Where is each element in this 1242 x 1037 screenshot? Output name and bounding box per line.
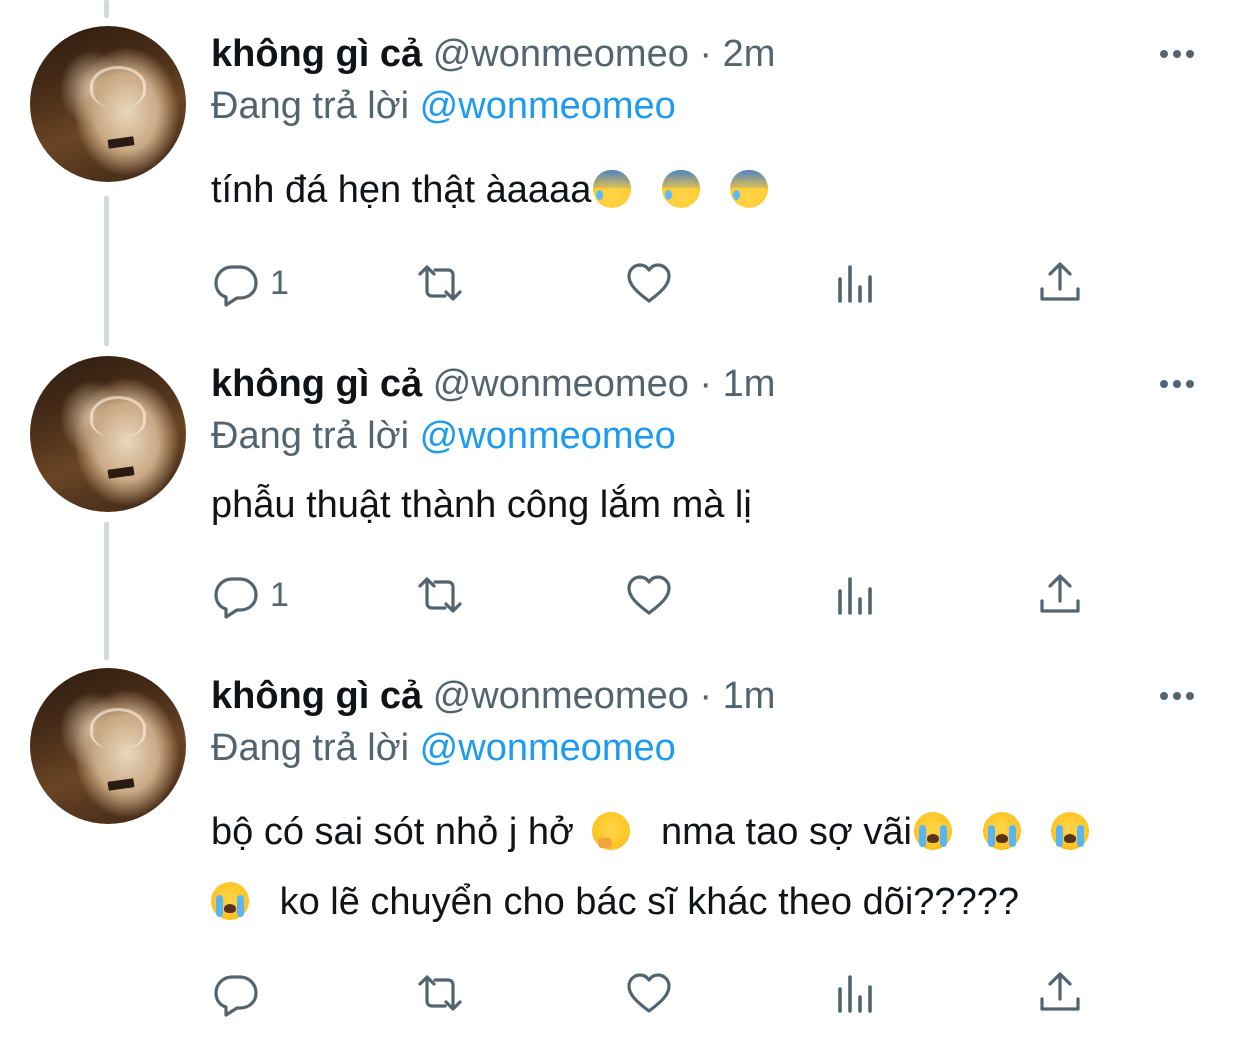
analytics-icon (838, 577, 872, 615)
tweet[interactable]: không gì cả @wonmeomeo · 2m Đang trả lời… (0, 0, 1242, 330)
share-icon (1040, 574, 1080, 613)
views-button[interactable] (832, 258, 880, 308)
user-handle[interactable]: @wonmeomeo (433, 363, 689, 405)
action-bar (0, 968, 1242, 1018)
share-button[interactable] (1036, 570, 1084, 620)
share-button[interactable] (1036, 968, 1084, 1018)
like-button[interactable] (625, 570, 673, 620)
action-bar: 1 (0, 570, 1242, 620)
replying-to: Đang trả lời @wonmeomeo (211, 724, 676, 772)
share-button[interactable] (1036, 258, 1084, 308)
replying-to-label: Đang trả lời (211, 415, 410, 457)
replying-to: Đang trả lời @wonmeomeo (211, 82, 676, 130)
tweet-text-line: phẫu thuật thành công lắm mà lị (211, 484, 752, 526)
share-icon (1040, 262, 1080, 301)
avatar-pocket (107, 136, 135, 149)
replying-to: Đang trả lời @wonmeomeo (211, 412, 676, 460)
tweet-text: tính đá hẹn thật àaaaa (211, 155, 770, 225)
views-button[interactable] (832, 968, 880, 1018)
avatar-pocket (107, 778, 135, 791)
avatar[interactable] (30, 668, 186, 824)
tweet-text: ko lẽ chuyển cho bác sĩ khác theo dõi???… (211, 867, 1019, 937)
analytics-icon (838, 265, 872, 303)
display-name[interactable]: không gì cả (211, 33, 422, 75)
retweet-icon (418, 975, 462, 1011)
views-button[interactable] (832, 570, 880, 620)
analytics-icon (838, 975, 872, 1013)
replying-to-label: Đang trả lời (211, 727, 410, 769)
reply-button[interactable]: 1 (212, 570, 289, 620)
mention-link[interactable]: @wonmeomeo (420, 727, 676, 769)
retweet-button[interactable] (416, 258, 464, 308)
crying-face-emoji (913, 812, 952, 850)
reply-icon (214, 577, 258, 619)
anxious-face-emoji (730, 170, 769, 208)
crying-face-emoji (211, 882, 249, 920)
avatar[interactable] (30, 26, 186, 182)
retweet-icon (418, 265, 462, 301)
reply-button[interactable] (212, 968, 270, 1018)
tweet-text: phẫu thuật thành công lắm mà lị (211, 470, 752, 540)
tweet-text-line: bộ có sai sót nhỏ j hở (211, 811, 574, 853)
anxious-face-emoji (661, 170, 700, 208)
tweet-header: không gì cả @wonmeomeo · 1m (211, 672, 775, 720)
tweet-text: bộ có sai sót nhỏ j hở nma tao sợ vãi (211, 797, 1091, 867)
display-name[interactable]: không gì cả (211, 675, 422, 717)
like-button[interactable] (625, 258, 673, 308)
crying-face-emoji (982, 812, 1021, 850)
separator-dot: · (699, 675, 713, 717)
heart-icon (627, 263, 671, 303)
user-handle[interactable]: @wonmeomeo (433, 675, 689, 717)
timestamp[interactable]: 2m (723, 33, 776, 75)
separator-dot: · (699, 363, 713, 405)
retweet-button[interactable] (416, 968, 464, 1018)
crying-face-emoji (1051, 812, 1090, 850)
retweet-icon (418, 577, 462, 613)
avatar[interactable] (30, 356, 186, 512)
reply-icon (214, 265, 258, 307)
avatar-pocket (107, 466, 135, 479)
avatar-collar (90, 66, 146, 107)
reply-icon (214, 975, 258, 1017)
like-button[interactable] (625, 968, 673, 1018)
tweet-text-line: ko lẽ chuyển cho bác sĩ khác theo dõi???… (279, 881, 1019, 923)
avatar-collar (90, 708, 146, 749)
timestamp[interactable]: 1m (723, 675, 776, 717)
reply-button[interactable]: 1 (212, 258, 289, 308)
reply-count: 1 (270, 575, 289, 614)
separator-dot: · (699, 33, 713, 75)
action-bar: 1 (0, 258, 1242, 308)
heart-icon (627, 973, 671, 1013)
tweet-header: không gì cả @wonmeomeo · 2m (211, 30, 775, 78)
avatar-collar (90, 396, 146, 437)
share-icon (1040, 972, 1080, 1011)
display-name[interactable]: không gì cả (211, 363, 422, 405)
thinking-face-emoji (592, 812, 631, 850)
retweet-button[interactable] (416, 570, 464, 620)
timestamp[interactable]: 1m (723, 363, 776, 405)
replying-to-label: Đang trả lời (211, 85, 410, 127)
more-icon[interactable] (1160, 44, 1200, 64)
user-handle[interactable]: @wonmeomeo (433, 33, 689, 75)
anxious-face-emoji (593, 170, 632, 208)
heart-icon (627, 575, 671, 615)
tweet[interactable]: không gì cả @wonmeomeo · 1m Đang trả lời… (0, 330, 1242, 660)
more-icon[interactable] (1160, 374, 1200, 394)
tweet-text-line: tính đá hẹn thật àaaaa (211, 169, 592, 211)
tweet-header: không gì cả @wonmeomeo · 1m (211, 360, 775, 408)
reply-count: 1 (270, 263, 289, 302)
tweet[interactable]: không gì cả @wonmeomeo · 1m Đang trả lời… (0, 642, 1242, 1037)
mention-link[interactable]: @wonmeomeo (420, 85, 676, 127)
mention-link[interactable]: @wonmeomeo (420, 415, 676, 457)
tweet-text-line: nma tao sợ vãi (661, 811, 912, 853)
more-icon[interactable] (1160, 686, 1200, 706)
